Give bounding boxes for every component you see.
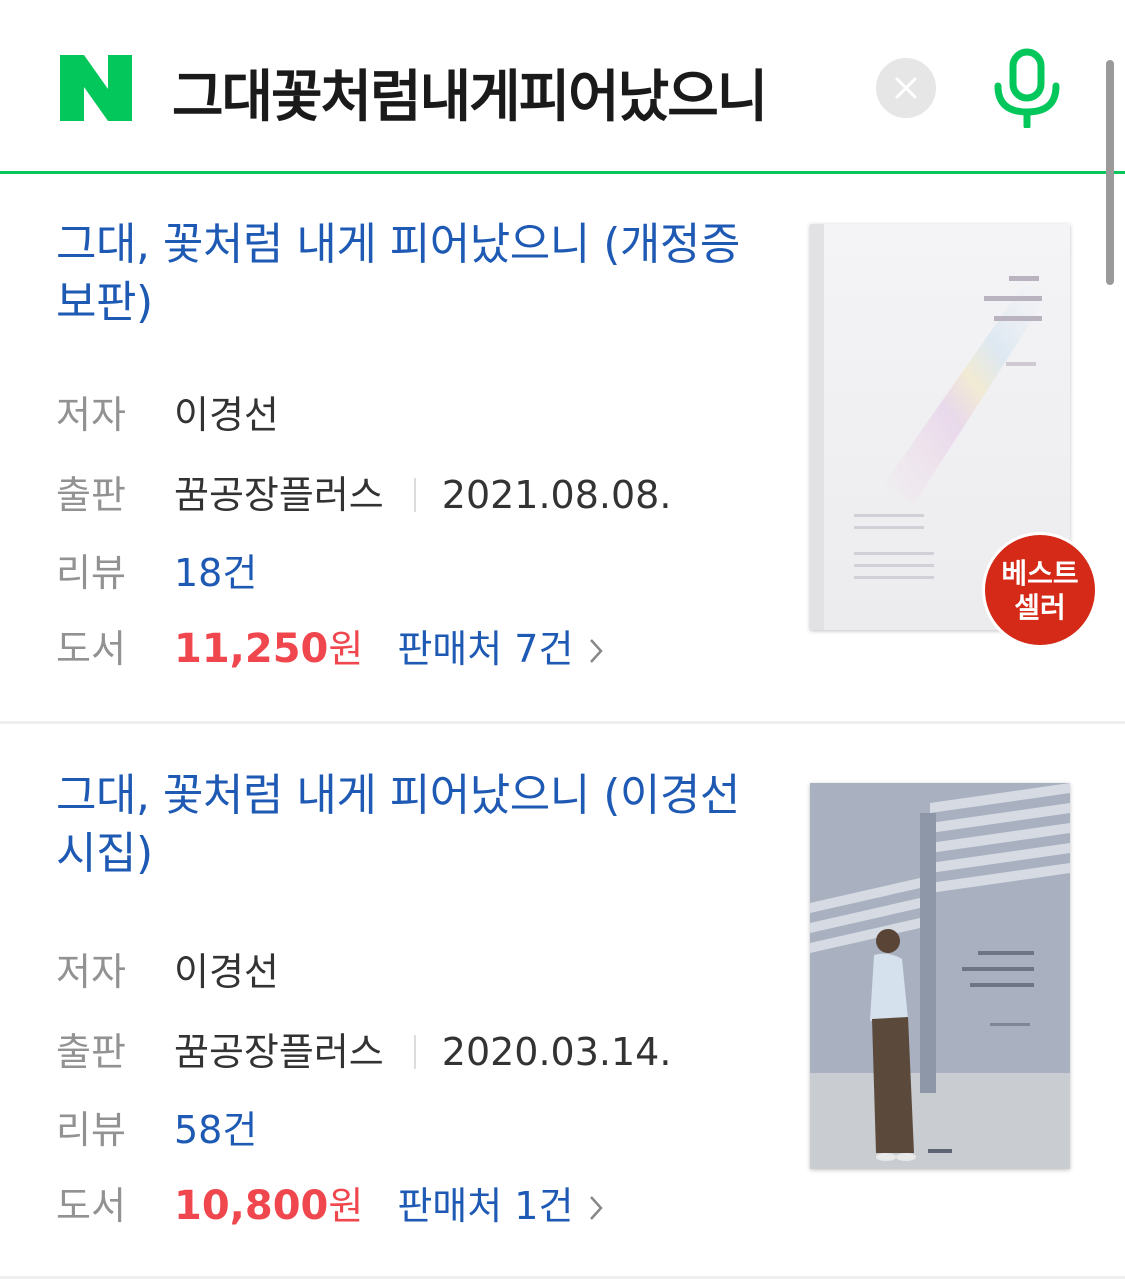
publisher-name[interactable]: 꿈공장플러스 (174, 473, 384, 517)
review-count-link[interactable]: 58건 (174, 1108, 257, 1152)
price-value: 10,800 (174, 1183, 329, 1229)
clear-button[interactable] (876, 58, 936, 118)
chevron-right-icon[interactable] (589, 1195, 604, 1221)
clear-icon (895, 77, 917, 99)
price-row: 도서 11,250원 판매처 7건 (56, 618, 604, 678)
badge-line-2: 셀러 (1014, 591, 1066, 624)
divider (413, 478, 416, 512)
author-row: 저자 이경선 (56, 941, 279, 1001)
search-query[interactable]: 그대꽃처럼내게피어났으니 (172, 52, 768, 133)
price-value: 11,250 (174, 626, 329, 672)
book-label: 도서 (56, 627, 126, 671)
book-cover-image[interactable] (810, 783, 1070, 1169)
sellers-link[interactable]: 판매처 7건 (397, 627, 573, 671)
publish-date: 2021.08.08. (441, 473, 672, 517)
review-row: 리뷰 58건 (56, 1099, 257, 1159)
author-name[interactable]: 이경선 (174, 950, 279, 994)
book-result-item: 그대, 꽃처럼 내게 피어났으니 (이경선 시집) 저자 이경선 출판 꿈공장플러스… (0, 727, 1125, 1279)
publisher-label: 출판 (56, 473, 126, 517)
publisher-name[interactable]: 꿈공장플러스 (174, 1030, 384, 1074)
badge-line-1: 베스트 (1001, 557, 1079, 590)
divider (413, 1035, 416, 1069)
book-result-item: 그대, 꽃처럼 내게 피어났으니 (개정증보판) 저자 이경선 출판 꿈공장플러스 2… (0, 176, 1125, 724)
author-label: 저자 (56, 950, 126, 994)
sellers-link[interactable]: 판매처 1건 (397, 1184, 573, 1228)
book-title-link[interactable]: 그대, 꽃처럼 내게 피어났으니 (이경선 시집) (56, 767, 766, 883)
search-results-page: 그대꽃처럼내게피어났으니 그대, 꽃처럼 내게 피어났으니 (개정증보판) 저자… (0, 0, 1125, 1279)
review-label: 리뷰 (56, 551, 126, 595)
microphone-icon[interactable] (990, 48, 1064, 128)
price-unit: 원 (328, 627, 364, 671)
publisher-row: 출판 꿈공장플러스 2020.03.14. (56, 1021, 671, 1081)
author-name[interactable]: 이경선 (174, 393, 279, 437)
search-header: 그대꽃처럼내게피어났으니 (0, 0, 1125, 285)
book-title-link[interactable]: 그대, 꽃처럼 내게 피어났으니 (개정증보판) (56, 216, 766, 332)
review-count-link[interactable]: 18건 (174, 551, 257, 595)
review-label: 리뷰 (56, 1108, 126, 1152)
bestseller-badge: 베스트 셀러 (982, 532, 1098, 648)
naver-n-icon[interactable] (60, 55, 132, 121)
chevron-right-icon[interactable] (589, 638, 604, 664)
cover-artwork (810, 783, 1070, 1169)
price-unit: 원 (328, 1184, 364, 1228)
publisher-label: 출판 (56, 1030, 126, 1074)
publish-date: 2020.03.14. (441, 1030, 672, 1074)
author-label: 저자 (56, 393, 126, 437)
book-label: 도서 (56, 1184, 126, 1228)
author-row: 저자 이경선 (56, 384, 279, 444)
publisher-row: 출판 꿈공장플러스 2021.08.08. (56, 464, 671, 524)
review-row: 리뷰 18건 (56, 542, 257, 602)
price-row: 도서 10,800원 판매처 1건 (56, 1175, 604, 1235)
